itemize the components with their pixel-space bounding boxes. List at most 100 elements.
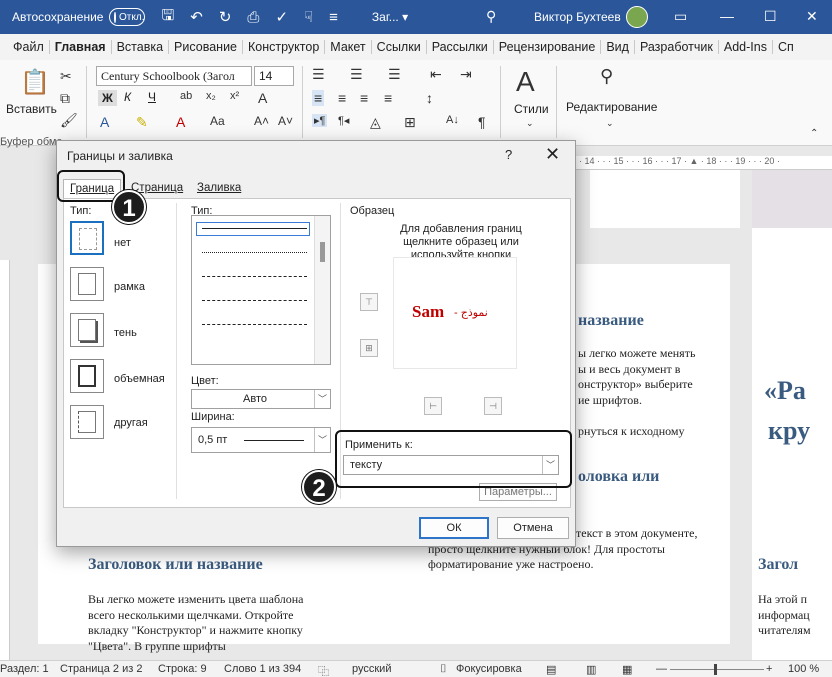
zoom-slider[interactable]: [670, 669, 764, 670]
zoom-in-icon[interactable]: +: [766, 663, 772, 675]
font-size-combo[interactable]: 14: [254, 66, 294, 86]
style-dotted[interactable]: [202, 252, 307, 253]
page-indicator[interactable]: Страница 2 из 2: [60, 663, 142, 675]
justify-icon[interactable]: ≡: [384, 90, 392, 106]
show-marks-icon[interactable]: ¶: [478, 114, 486, 130]
paste-label[interactable]: Вставить: [6, 102, 57, 116]
preset-custom-label[interactable]: другая: [114, 417, 148, 429]
tab-review[interactable]: Рецензирование: [494, 40, 602, 54]
print-layout-icon[interactable]: ▥: [586, 663, 596, 676]
zoom-slider-thumb[interactable]: [714, 664, 717, 675]
clear-formatting-icon[interactable]: A: [258, 90, 267, 106]
ltr-icon[interactable]: ▸¶: [312, 114, 328, 127]
tab-insert[interactable]: Вставка: [112, 40, 170, 54]
collapse-ribbon-icon[interactable]: ⌃: [810, 128, 818, 139]
tab-view[interactable]: Вид: [601, 40, 635, 54]
tab-shading[interactable]: Заливка: [191, 179, 247, 199]
italic-button[interactable]: К: [124, 90, 131, 104]
undo-icon[interactable]: ↶: [190, 8, 203, 26]
avatar[interactable]: [626, 6, 648, 28]
styles-label[interactable]: Стили: [514, 102, 549, 116]
superscript-icon[interactable]: x²: [230, 90, 239, 102]
tab-developer[interactable]: Разработчик: [635, 40, 719, 54]
multilevel-list-icon[interactable]: ☰: [388, 66, 401, 83]
bullets-icon[interactable]: ☰: [312, 66, 325, 83]
tab-references[interactable]: Ссылки: [372, 40, 427, 54]
print-icon[interactable]: ⎙: [247, 9, 259, 26]
autosave-toggle[interactable]: Откл.: [109, 8, 146, 26]
format-painter-icon[interactable]: 🖌: [60, 112, 78, 129]
focus-icon[interactable]: ⌷: [440, 663, 447, 676]
rtl-icon[interactable]: ¶◂: [338, 114, 349, 127]
chevron-down-icon[interactable]: ⌄: [526, 118, 534, 129]
read-mode-icon[interactable]: ▤: [546, 663, 556, 676]
text-effects-icon[interactable]: A: [100, 114, 109, 130]
shrink-font-icon[interactable]: A˅: [278, 114, 293, 128]
align-right-icon[interactable]: ≡: [360, 90, 368, 106]
bold-button[interactable]: Ж: [98, 90, 117, 106]
tab-draw[interactable]: Рисование: [169, 40, 243, 54]
right-border-button[interactable]: ⊣: [484, 397, 502, 415]
search-icon[interactable]: ⚲: [486, 8, 496, 25]
sort-icon[interactable]: A↓: [446, 114, 459, 126]
help-button[interactable]: ?: [505, 147, 512, 162]
style-solid[interactable]: [202, 228, 307, 229]
preset-box-label[interactable]: рамка: [114, 281, 145, 293]
align-center-icon[interactable]: ≡: [338, 90, 346, 106]
focus-mode[interactable]: Фокусировка: [456, 663, 522, 675]
document-page-right[interactable]: [752, 170, 832, 660]
paste-icon[interactable]: 📋: [20, 68, 50, 97]
line-indicator[interactable]: Строка: 9: [158, 663, 207, 675]
change-case-icon[interactable]: Aa: [210, 114, 225, 128]
preset-3d-label[interactable]: объемная: [114, 373, 165, 385]
close-window-icon[interactable]: ✕: [806, 8, 818, 25]
preset-box[interactable]: [70, 267, 104, 301]
minimize-icon[interactable]: —: [720, 8, 734, 24]
left-border-button[interactable]: ⊢: [424, 397, 442, 415]
copy-icon[interactable]: ⧉: [60, 90, 70, 107]
ribbon-display-icon[interactable]: ▭: [674, 8, 687, 25]
tab-addins[interactable]: Add-Ins: [719, 40, 773, 54]
customize-toolbar-icon[interactable]: ≡: [329, 9, 338, 26]
preset-custom[interactable]: [70, 405, 104, 439]
save-icon[interactable]: 🖫: [161, 5, 174, 30]
color-dropdown[interactable]: Авто ﹀: [191, 389, 331, 409]
tab-home[interactable]: Главная: [50, 40, 112, 54]
tab-help[interactable]: Сп: [773, 40, 799, 54]
user-name[interactable]: Виктор Бухтеев: [534, 10, 621, 24]
ok-button[interactable]: ОК: [419, 517, 489, 539]
style-dashed[interactable]: [202, 300, 307, 301]
width-dropdown[interactable]: 0,5 пт ﹀: [191, 427, 331, 453]
preset-shadow-label[interactable]: тень: [114, 327, 137, 339]
underline-button[interactable]: Ч: [148, 90, 156, 104]
highlight-icon[interactable]: ✎: [136, 114, 148, 131]
font-name-combo[interactable]: Century Schoolbook (Загол: [96, 66, 252, 86]
style-list-scrollbar[interactable]: [314, 216, 330, 364]
scroll-thumb[interactable]: [320, 242, 325, 262]
zoom-level[interactable]: 100 %: [788, 663, 819, 675]
close-icon[interactable]: ✕: [545, 144, 560, 165]
tab-file[interactable]: Файл: [8, 40, 50, 54]
top-border-button[interactable]: ⊤: [360, 293, 378, 311]
preset-none[interactable]: [70, 221, 104, 255]
selected-style-item[interactable]: [196, 222, 310, 236]
increase-indent-icon[interactable]: ⇥: [460, 66, 472, 83]
spelling-icon[interactable]: ✓: [275, 8, 288, 26]
cut-icon[interactable]: ✂: [60, 68, 72, 85]
preset-none-label[interactable]: нет: [114, 237, 131, 249]
zoom-out-icon[interactable]: —: [656, 663, 667, 675]
touch-mode-icon[interactable]: ☟: [304, 8, 313, 26]
preset-shadow[interactable]: [70, 313, 104, 347]
numbering-icon[interactable]: ☰: [350, 66, 363, 83]
grow-font-icon[interactable]: A˄: [254, 114, 269, 128]
tab-layout[interactable]: Макет: [325, 40, 372, 54]
line-spacing-icon[interactable]: ↕: [426, 90, 433, 106]
word-count[interactable]: Слово 1 из 394: [224, 663, 301, 675]
line-style-list[interactable]: [191, 215, 331, 365]
subscript-icon[interactable]: x₂: [206, 90, 216, 102]
web-layout-icon[interactable]: ▦: [622, 663, 632, 676]
editing-label[interactable]: Редактирование: [566, 100, 657, 114]
tab-mailings[interactable]: Рассылки: [427, 40, 494, 54]
chevron-down-icon[interactable]: ⌄: [606, 118, 614, 129]
border-preview[interactable]: Sam - نموذج: [393, 257, 517, 369]
